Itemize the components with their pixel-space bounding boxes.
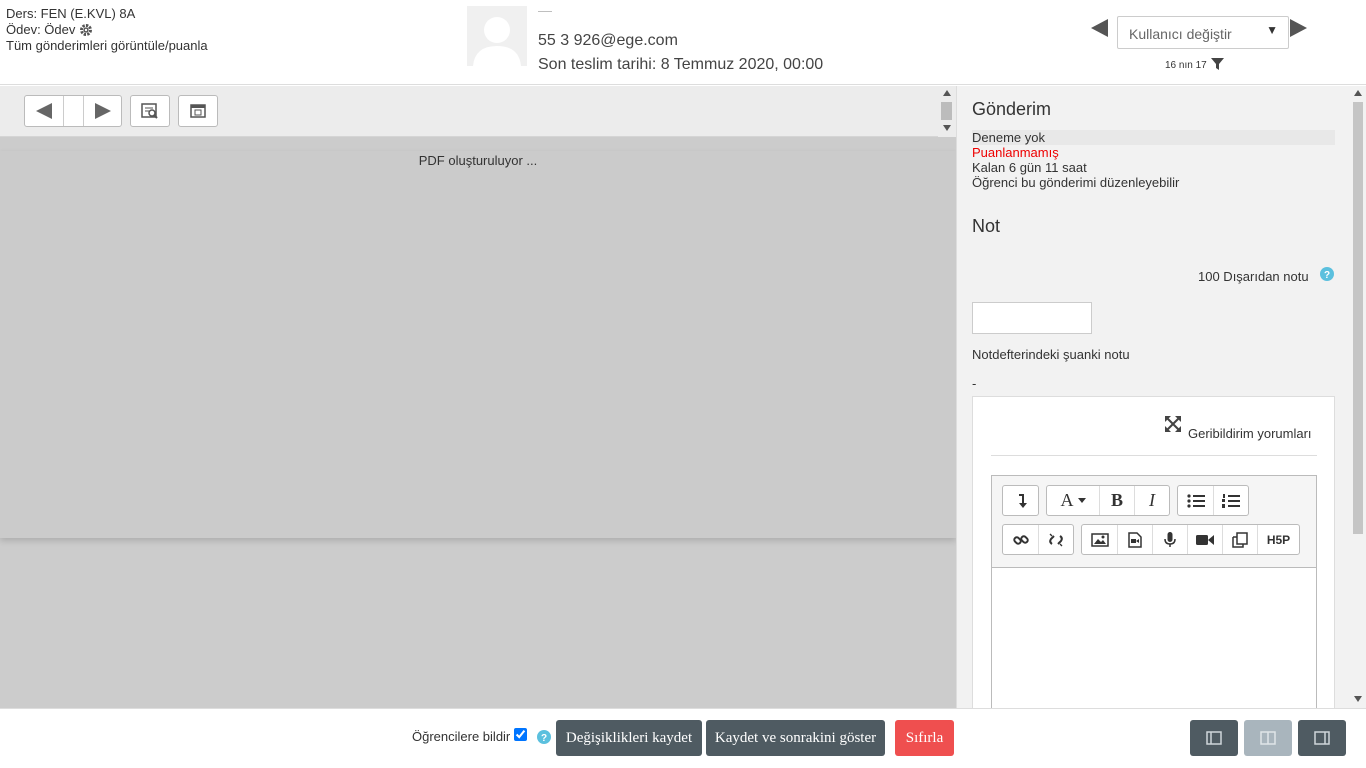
filter-icon[interactable] bbox=[1210, 58, 1224, 73]
default-layout-icon bbox=[1260, 731, 1276, 745]
grading-panel-scrollbar[interactable] bbox=[1350, 86, 1366, 708]
pdf-panel: PDF oluşturuluyor ... bbox=[0, 86, 956, 708]
toolbar-toggle-group bbox=[1002, 485, 1039, 516]
page-select[interactable] bbox=[63, 96, 83, 126]
avatar bbox=[467, 6, 527, 66]
list-group bbox=[1177, 485, 1249, 516]
scroll-down-icon bbox=[1354, 696, 1362, 702]
unordered-list-icon[interactable] bbox=[1178, 486, 1213, 515]
scroll-up-icon bbox=[1354, 90, 1362, 96]
view-all-submissions-link[interactable]: Tüm gönderimleri görüntüle/puanla bbox=[6, 38, 208, 54]
expand-group bbox=[178, 95, 218, 127]
ordered-list-icon[interactable] bbox=[1213, 486, 1248, 515]
layout-right-button[interactable] bbox=[1298, 720, 1346, 756]
show-more-icon[interactable] bbox=[1003, 486, 1038, 515]
font-icon: A bbox=[1060, 490, 1074, 510]
media-group: H5P bbox=[1081, 524, 1300, 555]
current-grade-label: Notdefterindeki şuanki notu bbox=[972, 347, 1130, 362]
format-group: A B I bbox=[1046, 485, 1170, 516]
text-editor: A B I H5P bbox=[991, 475, 1317, 708]
search-comments-icon[interactable] bbox=[131, 96, 169, 126]
user-select[interactable]: Kullanıcı değiştir ▼ bbox=[1117, 16, 1289, 49]
grading-panel: Gönderim Deneme yok Puanlanmamış Kalan 6… bbox=[956, 86, 1366, 708]
svg-text:?: ? bbox=[1324, 270, 1330, 281]
next-page-button[interactable] bbox=[83, 96, 121, 126]
grade-input[interactable] bbox=[972, 302, 1092, 334]
scroll-down-icon bbox=[943, 125, 951, 131]
next-user-icon[interactable] bbox=[1288, 18, 1308, 38]
layout-default-button[interactable] bbox=[1244, 720, 1292, 756]
user-name[interactable]: — bbox=[538, 2, 552, 18]
help-icon[interactable]: ? bbox=[1320, 267, 1334, 286]
scrollbar-thumb[interactable] bbox=[1353, 102, 1363, 534]
page-navigation bbox=[24, 95, 122, 127]
chevron-down-icon: ▼ bbox=[1266, 23, 1278, 37]
submission-status: Deneme yok Puanlanmamış Kalan 6 gün 11 s… bbox=[972, 130, 1335, 190]
expand-view-icon[interactable] bbox=[179, 96, 217, 126]
divider bbox=[991, 455, 1317, 456]
scroll-up-icon bbox=[943, 90, 951, 96]
course-link[interactable]: Ders: FEN (E.KVL) 8A bbox=[6, 6, 135, 22]
editable-status: Öğrenci bu gönderimi düzenleyebilir bbox=[972, 175, 1180, 190]
svg-text:?: ? bbox=[541, 733, 547, 744]
video-icon[interactable] bbox=[1187, 525, 1222, 554]
header: Ders: FEN (E.KVL) 8A Ödev: Ödev Tüm gönd… bbox=[0, 0, 1366, 85]
gear-icon[interactable] bbox=[79, 23, 93, 37]
feedback-comments: Geribildirim yorumları A B I H5P bbox=[972, 396, 1335, 708]
font-style-button[interactable]: A bbox=[1047, 486, 1099, 515]
link-group bbox=[1002, 524, 1074, 555]
expand-icon[interactable] bbox=[1165, 416, 1181, 437]
notify-students-checkbox[interactable] bbox=[514, 728, 527, 741]
image-icon[interactable] bbox=[1082, 525, 1117, 554]
notify-students-label: Öğrencilere bildir bbox=[412, 729, 511, 744]
user-count: 16 nın 17 bbox=[1165, 58, 1224, 73]
reset-button[interactable]: Sıfırla bbox=[895, 720, 954, 756]
pdf-toolbar-scrollbar[interactable] bbox=[938, 86, 956, 137]
save-and-next-button[interactable]: Kaydet ve sonrakini göster bbox=[706, 720, 885, 756]
user-id-email: 55 3 926@ege.com bbox=[538, 32, 678, 49]
microphone-icon[interactable] bbox=[1152, 525, 1187, 554]
submission-heading: Gönderim bbox=[972, 99, 1052, 119]
bold-icon: B bbox=[1110, 490, 1123, 510]
user-count-text: 16 nın 17 bbox=[1165, 60, 1207, 71]
assignment-link[interactable]: Ödev: Ödev bbox=[6, 22, 75, 38]
footer: Öğrencilere bildir ? Değişiklikleri kayd… bbox=[0, 708, 1366, 768]
collapse-review-panel-icon bbox=[1206, 731, 1222, 745]
unlink-icon[interactable] bbox=[1038, 525, 1073, 554]
h5p-button[interactable]: H5P bbox=[1257, 525, 1299, 554]
h5p-icon: H5P bbox=[1266, 532, 1291, 547]
current-grade-value: - bbox=[972, 376, 977, 391]
save-changes-button[interactable]: Değişiklikleri kaydet bbox=[556, 720, 702, 756]
due-date: Son teslim tarihi: 8 Temmuz 2020, 00:00 bbox=[538, 56, 824, 73]
feedback-label: Geribildirim yorumları bbox=[1188, 426, 1312, 441]
link-icon[interactable] bbox=[1003, 525, 1038, 554]
help-icon[interactable]: ? bbox=[537, 730, 551, 749]
collapse-grade-panel-icon bbox=[1314, 731, 1330, 745]
search-comments-group bbox=[130, 95, 170, 127]
feedback-textarea[interactable] bbox=[992, 567, 1316, 708]
grade-heading: Not bbox=[972, 216, 1001, 236]
chevron-down-icon bbox=[1077, 498, 1086, 503]
layout-left-button[interactable] bbox=[1190, 720, 1238, 756]
bold-button[interactable]: B bbox=[1099, 486, 1134, 515]
attempt-status: Deneme yok bbox=[972, 130, 1335, 145]
italic-button[interactable]: I bbox=[1134, 486, 1169, 515]
previous-page-button[interactable] bbox=[25, 96, 63, 126]
user-select-placeholder: Kullanıcı değiştir bbox=[1129, 26, 1232, 42]
course-info: Ders: FEN (E.KVL) 8A Ödev: Ödev Tüm gönd… bbox=[6, 6, 208, 54]
time-remaining: Kalan 6 gün 11 saat bbox=[972, 160, 1087, 175]
pdf-page bbox=[0, 151, 956, 538]
previous-user-icon[interactable] bbox=[1090, 18, 1110, 38]
pdf-loading-text: PDF oluşturuluyor ... bbox=[418, 153, 538, 168]
grade-label: 100 Dışarıdan notu bbox=[1198, 269, 1309, 284]
manage-files-icon[interactable] bbox=[1222, 525, 1257, 554]
media-file-icon[interactable] bbox=[1117, 525, 1152, 554]
pdf-toolbar bbox=[0, 86, 938, 137]
italic-icon: I bbox=[1149, 490, 1155, 510]
grading-status: Puanlanmamış bbox=[972, 145, 1059, 160]
scrollbar-thumb[interactable] bbox=[941, 102, 952, 120]
